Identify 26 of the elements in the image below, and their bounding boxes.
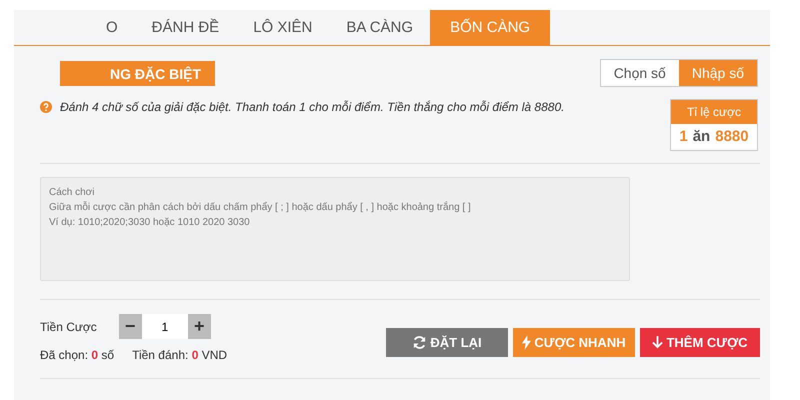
- increase-button[interactable]: +: [188, 314, 211, 339]
- down-arrow-icon: [652, 336, 664, 349]
- game-tab[interactable]: LÔ XIÊN: [236, 10, 330, 45]
- placeholder-line: Giữa mỗi cược cần phân cách bởi dấu chấm phẩy [ ; ] hoặc dấu phẩy [ , ] hoặc khoảng trắng [ ]: [49, 201, 471, 214]
- odds-stake: 1: [679, 128, 688, 145]
- lightning-icon: [522, 335, 532, 350]
- stake-label: Tiền Cược: [40, 320, 97, 334]
- placeholder-line: Cách chơi: [49, 186, 94, 199]
- game-description: Đánh 4 chữ số của giải đặc biệt. Thanh toán 1 cho mỗi điểm. Tiền thắng cho mỗi điểm là 8880.: [60, 100, 564, 114]
- placeholder-line: Ví dụ: 1010;2020;3030 hoặc 1010 2020 3030: [49, 216, 250, 229]
- action-button[interactable]: THÊM CƯỢC: [640, 328, 760, 357]
- bet-amount: Tiền đánh: 0 VND: [132, 348, 228, 362]
- mode-toggle-button[interactable]: Chọn số: [600, 60, 679, 86]
- game-tab[interactable]: ĐÁNH ĐỀ: [134, 10, 236, 45]
- refresh-icon: [412, 335, 428, 350]
- game-tab[interactable]: BA CÀNG: [329, 10, 430, 45]
- decrease-button[interactable]: −: [118, 314, 142, 339]
- chosen-count: Đã chọn: 0 số: [40, 348, 114, 362]
- odds-title: Tỉ lệ cược: [671, 100, 757, 124]
- help-icon: [40, 101, 52, 113]
- game-tab[interactable]: O: [89, 10, 135, 45]
- odds-word: ăn: [692, 128, 710, 145]
- stake-input[interactable]: 1: [142, 314, 188, 339]
- odds-payout: 8880: [715, 128, 749, 145]
- action-button[interactable]: ĐẶT LẠI: [386, 328, 508, 357]
- numbers-input-field[interactable]: Cách chơi Giữa mỗi cược cần phân cách bởi dấu chấm phẩy [ ; ] hoặc dấu phẩy [ , ] hoặc khoảng trắng [ ] Ví dụ: 1010;2020;3030 hoặc 1010 2020 3030: [40, 177, 630, 281]
